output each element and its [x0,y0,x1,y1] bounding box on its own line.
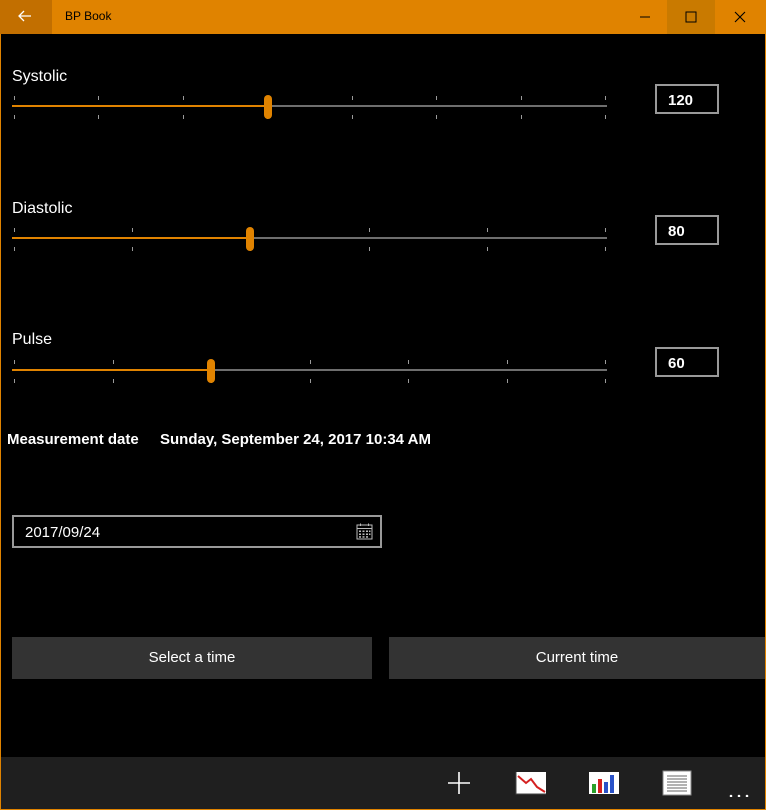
close-icon [734,11,746,23]
line-chart-button[interactable] [513,769,549,797]
slider-thumb[interactable] [246,227,254,251]
measurement-date-label: Measurement date [7,431,139,448]
slider-tick [605,360,606,364]
slider-tick [14,379,15,383]
slider-tick [183,96,184,100]
slider-tick [369,228,370,232]
list-button[interactable] [659,769,695,797]
slider-tick [183,115,184,119]
slider-tick [113,360,114,364]
title-bar: BP Book [0,0,766,34]
slider-tick [521,96,522,100]
slider-tick [352,96,353,100]
list-icon [662,770,692,796]
current-time-button[interactable]: Current time [389,637,765,679]
slider-tick [352,115,353,119]
slider-fill [12,369,211,371]
slider-tick [98,96,99,100]
more-button[interactable] [723,769,759,798]
minimize-icon [640,16,650,18]
slider-tick [436,96,437,100]
more-icon [729,794,749,798]
diastolic-value-input[interactable]: 80 [655,215,719,245]
app-title: BP Book [65,9,112,23]
slider-tick [132,247,133,251]
slider-thumb[interactable] [207,359,215,383]
maximize-icon [685,11,697,23]
slider-tick [408,360,409,364]
slider-tick [436,115,437,119]
slider-tick [14,115,15,119]
slider-tick [369,247,370,251]
pulse-slider[interactable] [12,355,607,385]
slider-tick [521,115,522,119]
slider-tick [487,247,488,251]
slider-tick [605,115,606,119]
slider-tick [605,96,606,100]
slider-tick [408,379,409,383]
slider-tick [14,96,15,100]
systolic-value-input[interactable]: 120 [655,84,719,114]
slider-fill [12,105,268,107]
slider-tick [113,379,114,383]
slider-tick [132,228,133,232]
minimize-button[interactable] [621,0,669,34]
slider-tick [14,247,15,251]
slider-tick [605,228,606,232]
bar-chart-button[interactable] [586,769,622,797]
diastolic-label: Diastolic [12,200,73,217]
add-button[interactable] [441,769,477,797]
slider-tick [14,360,15,364]
pulse-label: Pulse [12,331,53,348]
slider-tick [487,228,488,232]
pulse-value-input[interactable]: 60 [655,347,719,377]
slider-fill [12,237,250,239]
select-time-button[interactable]: Select a time [12,637,372,679]
date-value: 2017/09/24 [25,524,101,541]
systolic-slider[interactable] [12,91,607,121]
slider-tick [507,379,508,383]
add-icon [448,772,470,794]
slider-tick [310,379,311,383]
slider-tick [507,360,508,364]
slider-tick [310,360,311,364]
maximize-button[interactable] [667,0,715,34]
slider-tick [14,228,15,232]
slider-tick [98,115,99,119]
systolic-label: Systolic [12,68,68,85]
slider-tick [605,379,606,383]
line-chart-icon [515,772,546,795]
date-picker[interactable]: 2017/09/24 [12,515,382,548]
back-arrow-icon [18,10,31,22]
bar-chart-icon [589,772,619,794]
app-bar [1,757,765,809]
close-button[interactable] [716,0,764,34]
back-button[interactable] [0,0,52,34]
slider-thumb[interactable] [264,95,272,119]
window-border [0,34,1,810]
slider-tick [605,247,606,251]
calendar-icon[interactable] [356,523,373,540]
diastolic-slider[interactable] [12,223,607,253]
measurement-date-value: Sunday, September 24, 2017 10:34 AM [160,431,431,448]
